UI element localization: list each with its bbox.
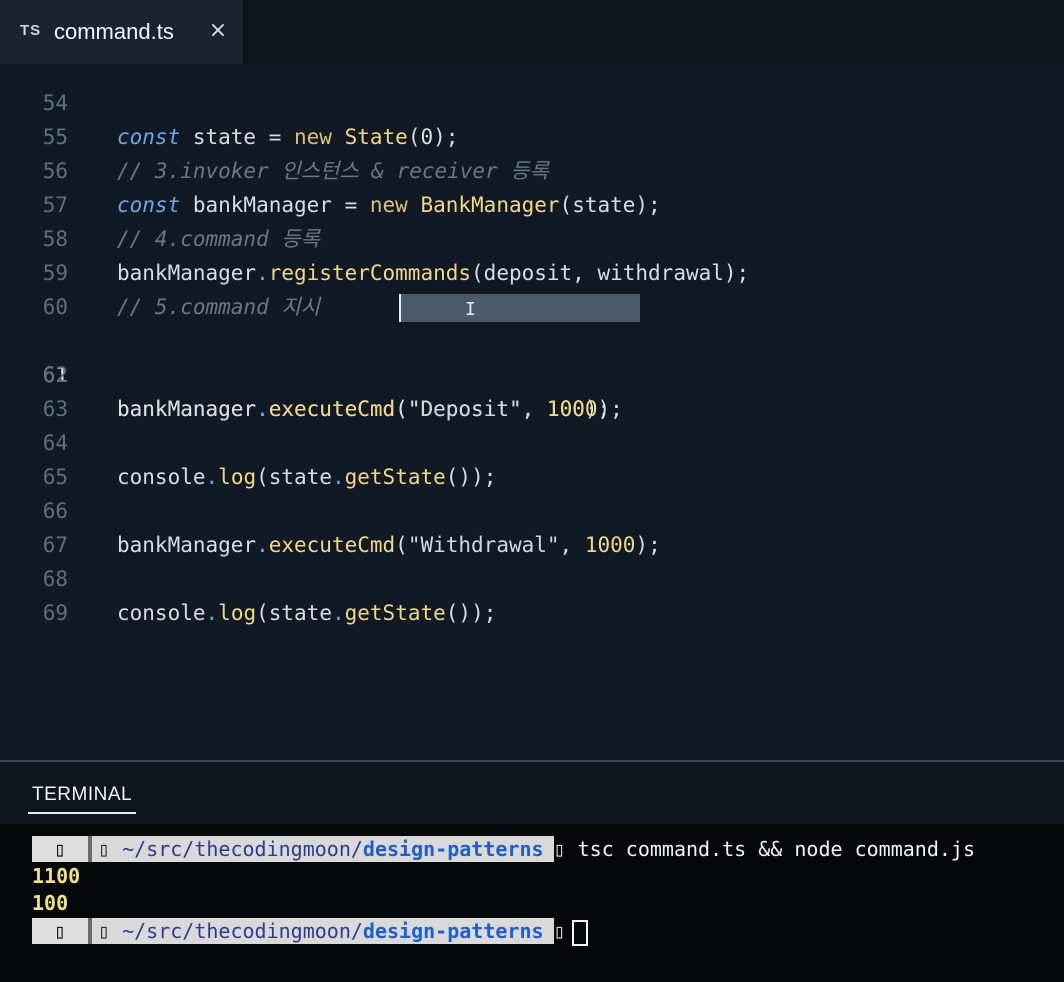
- code-line: 57 // 4.command 등록: [0, 154, 1064, 251]
- code-line: 65: [0, 426, 1064, 489]
- prompt-path-segment: ▯ ~/src/thecodingmoon/design-patterns: [92, 836, 554, 862]
- text-selection: [400, 294, 640, 322]
- code-line: 62 bankManager.executeCmd("Deposit", 100…: [0, 324, 1064, 421]
- output-value: 100: [32, 891, 69, 915]
- terminal-cursor: [571, 919, 588, 946]
- prompt-arrow-icon: ▯: [553, 837, 566, 861]
- terminal-output-line: 1100: [32, 863, 80, 889]
- code-line: 68 console.log(state.getState());: [0, 528, 1064, 625]
- editor-tab-bar: TS command.ts ×: [0, 0, 1064, 64]
- typescript-file-icon: TS: [20, 22, 42, 39]
- os-icon: ▯: [53, 837, 67, 861]
- code-line-active: 61 bankManager.executeCmd("Deposit", 100…: [0, 290, 1064, 421]
- text-cursor: [399, 294, 401, 322]
- tab-command-ts[interactable]: TS command.ts ×: [0, 0, 244, 64]
- bottom-panel: TERMINAL ▯ ▯ ~/src/thecodingmoon/design-p…: [0, 762, 1064, 982]
- os-icon: ▯: [53, 919, 67, 943]
- tab-title: command.ts: [54, 19, 174, 44]
- prompt-path-segment: ▯ ~/src/thecodingmoon/design-patterns: [92, 918, 554, 944]
- code-line: 64 console.log(state.getState());: [0, 392, 1064, 489]
- code-editor[interactable]: 54 const state = new State(0); 55 // 3.i…: [0, 64, 1064, 760]
- code-line: 59 // 5.command 지시: [0, 222, 1064, 319]
- code-line: 60: [0, 256, 1064, 319]
- terminal-prompt-line: ▯ ▯ ~/src/thecodingmoon/design-patterns ▯: [32, 918, 588, 946]
- line-number: 69: [42, 601, 68, 625]
- code-line: 63: [0, 358, 1064, 421]
- ibeam-cursor-icon: I: [465, 299, 476, 320]
- code-line: 56 const bankManager = new BankManager(s…: [0, 120, 1064, 217]
- prompt-arrow-icon: ▯: [553, 919, 566, 943]
- prompt-os-segment: ▯: [32, 836, 88, 862]
- code-line: 66 bankManager.executeCmd("Withdrawal", …: [0, 460, 1064, 557]
- code-line: 58 bankManager.registerCommands(deposit,…: [0, 188, 1064, 285]
- code-line: 69: [0, 562, 1064, 625]
- prompt-path: ~/src/thecodingmoon/: [122, 837, 363, 861]
- code-text: console.log(state.getState());: [117, 601, 497, 625]
- terminal-output-line: 100: [32, 890, 68, 916]
- folder-icon: ▯: [98, 837, 111, 861]
- terminal-command: tsc command.ts && node command.js: [577, 837, 975, 861]
- close-icon[interactable]: ×: [206, 18, 230, 44]
- folder-icon: ▯: [98, 919, 111, 943]
- code-line: 54 const state = new State(0);: [0, 64, 1064, 149]
- prompt-path: ~/src/thecodingmoon/: [122, 919, 363, 943]
- active-tab-indicator: [28, 812, 136, 814]
- output-value: 1100: [32, 864, 81, 888]
- terminal[interactable]: ▯ ▯ ~/src/thecodingmoon/design-patterns ▯ …: [0, 824, 1064, 982]
- tab-terminal[interactable]: TERMINAL: [32, 784, 132, 806]
- prompt-dir: design-patterns: [362, 919, 544, 943]
- prompt-os-segment: ▯: [32, 918, 88, 944]
- code-line: 67: [0, 494, 1064, 557]
- code-line: 55 // 3.invoker 인스턴스 & receiver 등록: [0, 86, 1064, 183]
- prompt-dir: design-patterns: [362, 837, 544, 861]
- terminal-prompt-line: ▯ ▯ ~/src/thecodingmoon/design-patterns ▯ …: [32, 836, 975, 862]
